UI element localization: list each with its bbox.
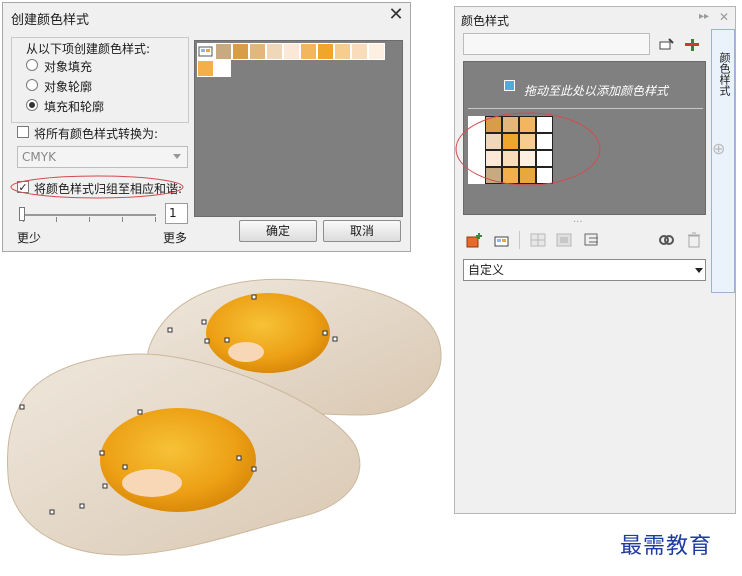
close-icon[interactable]: ✕ <box>386 5 406 25</box>
source-group: 从以下项创建颜色样式: 对象填充 对象轮廓 填充和轮廓 <box>11 37 189 123</box>
checkbox-icon[interactable] <box>17 126 29 138</box>
add-tab-icon[interactable]: ⊕ <box>712 139 725 158</box>
source-group-label: 从以下项创建颜色样式: <box>26 42 151 56</box>
ok-button[interactable]: 确定 <box>239 220 317 242</box>
highlight-ellipse <box>455 112 601 186</box>
color-swatch[interactable] <box>214 60 231 77</box>
color-style-preview <box>194 40 403 217</box>
radio-label: 对象轮廓 <box>44 80 93 94</box>
color-model-select[interactable]: CMYK <box>17 146 188 168</box>
style-name-field[interactable] <box>463 33 650 55</box>
color-swatch[interactable] <box>215 43 232 60</box>
radio-label: 填充和轮廓 <box>44 100 105 114</box>
color-styles-docker: 颜色样式 ▸▸ ✕ 颜色样式 ⊕ 拖动至此处以添加颜色样式 ··· 自定义 <box>454 6 736 514</box>
color-swatch[interactable] <box>351 43 368 60</box>
checkbox-label: 将所有颜色样式转换为: <box>34 127 159 141</box>
radio-icon[interactable] <box>26 59 38 71</box>
drop-target-icon <box>504 80 515 91</box>
cancel-button[interactable]: 取消 <box>323 220 401 242</box>
slider-min-label: 更少 <box>17 231 42 245</box>
harmony-rule-icon[interactable] <box>529 231 547 249</box>
color-style-folder-icon[interactable] <box>197 43 215 60</box>
gradient-icon[interactable] <box>555 231 573 249</box>
color-swatch[interactable] <box>368 43 385 60</box>
drop-hint: 拖动至此处以添加颜色样式 <box>524 84 669 98</box>
swatch-row <box>215 43 385 60</box>
color-swatch[interactable] <box>317 43 334 60</box>
slider-tick <box>89 217 90 222</box>
color-swatch[interactable] <box>197 60 214 77</box>
color-swatch[interactable] <box>232 43 249 60</box>
radio-selected-icon[interactable] <box>26 99 38 111</box>
edit-harmony-icon[interactable] <box>583 231 601 249</box>
link-icon[interactable] <box>657 231 675 249</box>
slider-tick <box>155 217 156 222</box>
tab-label: 颜色样式 <box>718 52 731 96</box>
create-color-styles-dialog: 创建颜色样式 ✕ 从以下项创建颜色样式: 对象填充 对象轮廓 填充和轮廓 将所有… <box>2 2 411 252</box>
resize-grip-icon[interactable]: ··· <box>573 217 583 228</box>
new-color-style-icon[interactable] <box>465 231 483 249</box>
docker-side-tab[interactable]: 颜色样式 <box>711 29 735 293</box>
color-swatch[interactable] <box>266 43 283 60</box>
slider-tick <box>56 217 57 222</box>
slider-value-input[interactable]: 1 <box>165 203 188 224</box>
color-swatch[interactable] <box>300 43 317 60</box>
harmony-slider-track[interactable] <box>23 214 156 216</box>
color-swatch[interactable] <box>334 43 351 60</box>
divider <box>519 231 520 249</box>
fried-eggs-illustration <box>7 278 442 556</box>
slider-tick <box>122 217 123 222</box>
trash-icon[interactable] <box>685 231 703 249</box>
docker-title: 颜色样式 <box>461 14 510 28</box>
close-icon[interactable]: ✕ <box>719 10 729 24</box>
watermark-text: 最需教育 <box>620 534 713 559</box>
slider-max-label: 更多 <box>163 231 188 245</box>
slider-thumb[interactable] <box>19 207 25 221</box>
chevron-down-icon[interactable] <box>173 154 181 159</box>
import-export-icon[interactable] <box>683 36 701 54</box>
dialog-title: 创建颜色样式 <box>11 13 90 28</box>
eyedropper-icon[interactable] <box>657 36 675 54</box>
swatch-row <box>197 60 231 77</box>
color-swatch[interactable] <box>283 43 300 60</box>
highlight-ellipse <box>10 175 184 199</box>
radio-label: 对象填充 <box>44 60 93 74</box>
new-harmony-icon[interactable] <box>493 231 511 249</box>
color-swatch[interactable] <box>249 43 266 60</box>
harmony-filter-select[interactable]: 自定义 <box>463 259 706 281</box>
chevron-down-icon[interactable] <box>695 268 703 273</box>
radio-icon[interactable] <box>26 79 38 91</box>
collapse-icon[interactable]: ▸▸ <box>699 11 709 22</box>
